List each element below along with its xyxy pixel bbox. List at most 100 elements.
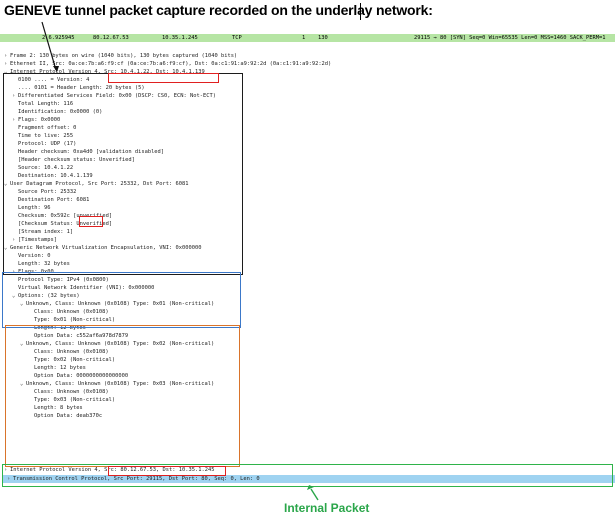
- tree-row[interactable]: › [Timestamps]: [0, 236, 57, 244]
- tree-row[interactable]: Class: Unknown (0x0108): [0, 388, 109, 396]
- tree-row-text: [Timestamps]: [18, 237, 57, 243]
- tree-row[interactable]: Header checksum: 0xa4d0 [validation disa…: [0, 148, 164, 156]
- tree-row-text: Type: 0x01 (Non-critical): [34, 317, 116, 323]
- tree-row[interactable]: Time to live: 255: [0, 132, 73, 140]
- packet-info: 29115 → 80 [SYN] Seq=0 Win=65535 Len=0 M…: [414, 35, 606, 41]
- tree-row[interactable]: Identification: 0x0000 (0): [0, 108, 102, 116]
- tree-row[interactable]: › Flags: 0x00: [0, 268, 54, 276]
- page-title: GENEVE tunnel packet capture recorded on…: [4, 2, 433, 18]
- tree-row[interactable]: › Transmission Control Protocol, Src Port…: [3, 475, 615, 483]
- tree-row[interactable]: Option Data: c552af6a978d7879: [0, 332, 128, 340]
- packet-destination: 10.35.1.245: [162, 35, 198, 41]
- tree-row[interactable]: Version: 0: [0, 252, 50, 260]
- tree-row[interactable]: Length: 32 bytes: [0, 260, 70, 268]
- tree-row-text: 0100 .... = Version: 4: [18, 77, 90, 83]
- tree-row-text: Internet Protocol Version 4, Src: 10.4.1…: [10, 69, 205, 75]
- tree-row[interactable]: ⌄ Options: (32 bytes): [0, 292, 80, 300]
- tree-row[interactable]: ⌄ Generic Network Virtualization Encapsul…: [0, 244, 201, 252]
- tree-row-text: Option Data: 0000000000000000: [34, 373, 129, 379]
- tree-row-text: Checksum: 0x592c [unverified]: [18, 213, 113, 219]
- tree-row[interactable]: Type: 0x01 (Non-critical): [0, 316, 115, 324]
- tree-row[interactable]: Option Data: 0000000000000000: [0, 372, 128, 380]
- packet-no-time: 2 6.925945: [42, 35, 75, 41]
- tree-row-text: Destination: 10.4.1.139: [18, 173, 93, 179]
- tree-row-text: Length: 12 bytes: [34, 325, 86, 331]
- tree-row-text: [Header checksum status: Unverified]: [18, 157, 135, 163]
- tree-row-text: Source: 10.4.1.22: [18, 165, 74, 171]
- tree-row[interactable]: Virtual Network Identifier (VNI): 0x0000…: [0, 284, 154, 292]
- packet-length-b: 130: [318, 35, 328, 41]
- tree-row[interactable]: Length: 8 bytes: [0, 404, 83, 412]
- tree-row-text: Options: (32 bytes): [18, 293, 80, 299]
- tree-row[interactable]: › Internet Protocol Version 4, Src: 80.12…: [0, 466, 214, 474]
- annotation-arrows: [41, 21, 319, 501]
- tree-row-text: Differentiated Services Field: 0x00 (DSC…: [18, 93, 216, 99]
- tree-row[interactable]: ⌄ Unknown, Class: Unknown (0x0108) Type: …: [0, 380, 214, 388]
- tree-row[interactable]: Type: 0x03 (Non-critical): [0, 396, 115, 404]
- tree-row-text: Length: 32 bytes: [18, 261, 70, 267]
- tree-row-text: Version: 0: [18, 253, 51, 259]
- tree-row-text: Protocol: UDP (17): [18, 141, 77, 147]
- tree-row-text: Flags: 0x0000: [18, 117, 61, 123]
- tree-row-text: Unknown, Class: Unknown (0x0108) Type: 0…: [26, 341, 215, 347]
- tree-row[interactable]: [Stream index: 1]: [0, 228, 73, 236]
- tree-row[interactable]: Class: Unknown (0x0108): [0, 308, 109, 316]
- tree-row[interactable]: Type: 0x02 (Non-critical): [0, 356, 115, 364]
- tree-row-text: Identification: 0x0000 (0): [18, 109, 103, 115]
- tree-row-text: Virtual Network Identifier (VNI): 0x0000…: [18, 285, 155, 291]
- tree-row-text: Class: Unknown (0x0108): [34, 349, 109, 355]
- tree-row-text: Length: 12 bytes: [34, 365, 86, 371]
- tree-row[interactable]: Source Port: 25332: [0, 188, 76, 196]
- tree-row[interactable]: Total Length: 116: [0, 100, 73, 108]
- tree-row[interactable]: › Ethernet II, Src: 0a:ce:7b:a6:f9:cf (0a…: [0, 60, 331, 68]
- tree-row-text: Type: 0x02 (Non-critical): [34, 357, 116, 363]
- tree-row[interactable]: Fragment offset: 0: [0, 124, 76, 132]
- tree-row[interactable]: [Header checksum status: Unverified]: [0, 156, 135, 164]
- tree-row-text: Flags: 0x00: [18, 269, 54, 275]
- tree-row-text: Unknown, Class: Unknown (0x0108) Type: 0…: [26, 381, 215, 387]
- label-arrow-line: [310, 488, 319, 501]
- tree-row[interactable]: › Flags: 0x0000: [0, 116, 60, 124]
- tree-row[interactable]: Protocol: UDP (17): [0, 140, 76, 148]
- tree-row[interactable]: Class: Unknown (0x0108): [0, 348, 109, 356]
- tree-row-text: [Checksum Status: Unverified]: [18, 221, 113, 227]
- tree-row[interactable]: › Frame 2: 130 bytes on wire (1040 bits),…: [0, 52, 237, 60]
- tree-row-text: Length: 8 bytes: [34, 405, 83, 411]
- tree-row-text: Destination Port: 6081: [18, 197, 90, 203]
- tree-row[interactable]: .... 0101 = Header Length: 20 bytes (5): [0, 84, 145, 92]
- tree-row[interactable]: Option Data: deab370c: [0, 412, 102, 420]
- tree-row[interactable]: › Differentiated Services Field: 0x00 (DS…: [0, 92, 216, 100]
- tree-row-text: Class: Unknown (0x0108): [34, 389, 109, 395]
- tree-row[interactable]: Protocol Type: IPv4 (0x0800): [0, 276, 109, 284]
- packet-list-row[interactable]: 2 6.925945 80.12.67.53 10.35.1.245 TCP 1…: [0, 34, 615, 42]
- tree-row[interactable]: [Checksum Status: Unverified]: [0, 220, 112, 228]
- tree-row-text: Unknown, Class: Unknown (0x0108) Type: 0…: [26, 301, 215, 307]
- tree-row-text: Source Port: 25332: [18, 189, 77, 195]
- tree-row-text: Time to live: 255: [18, 133, 74, 139]
- tree-row-text: Class: Unknown (0x0108): [34, 309, 109, 315]
- tree-row-text: Total Length: 116: [18, 101, 74, 107]
- tree-row[interactable]: Destination Port: 6081: [0, 196, 89, 204]
- tree-row[interactable]: ⌄ Unknown, Class: Unknown (0x0108) Type: …: [0, 340, 214, 348]
- tree-row-text: Protocol Type: IPv4 (0x0800): [18, 277, 109, 283]
- tree-row-text: Header checksum: 0xa4d0 [validation disa…: [18, 149, 165, 155]
- tree-row[interactable]: 0100 .... = Version: 4: [0, 76, 89, 84]
- tree-row-text: Generic Network Virtualization Encapsula…: [10, 245, 202, 251]
- tree-row[interactable]: ⌄ User Datagram Protocol, Src Port: 25332…: [0, 180, 189, 188]
- tree-row[interactable]: Length: 96: [0, 204, 50, 212]
- packet-length-a: 1: [302, 35, 306, 41]
- tree-row[interactable]: Source: 10.4.1.22: [0, 164, 73, 172]
- tree-row[interactable]: ⌄ Internet Protocol Version 4, Src: 10.4.…: [0, 68, 205, 76]
- tree-row[interactable]: Length: 12 bytes: [0, 324, 86, 332]
- tree-row-text: User Datagram Protocol, Src Port: 25332,…: [10, 181, 189, 187]
- tree-row-text: [Stream index: 1]: [18, 229, 74, 235]
- tree-row[interactable]: Length: 12 bytes: [0, 364, 86, 372]
- tree-row[interactable]: Checksum: 0x592c [unverified]: [0, 212, 112, 220]
- tree-row-text: Type: 0x03 (Non-critical): [34, 397, 116, 403]
- tree-row-text: Internet Protocol Version 4, Src: 80.12.…: [10, 467, 215, 473]
- tree-row[interactable]: Destination: 10.4.1.139: [0, 172, 93, 180]
- tree-row-text: Ethernet II, Src: 0a:ce:7b:a6:f9:cf (0a:…: [10, 61, 332, 67]
- tree-row[interactable]: ⌄ Unknown, Class: Unknown (0x0108) Type: …: [0, 300, 214, 308]
- tree-row-text: Option Data: c552af6a978d7879: [34, 333, 129, 339]
- internal-packet-label: Internal Packet: [284, 501, 370, 515]
